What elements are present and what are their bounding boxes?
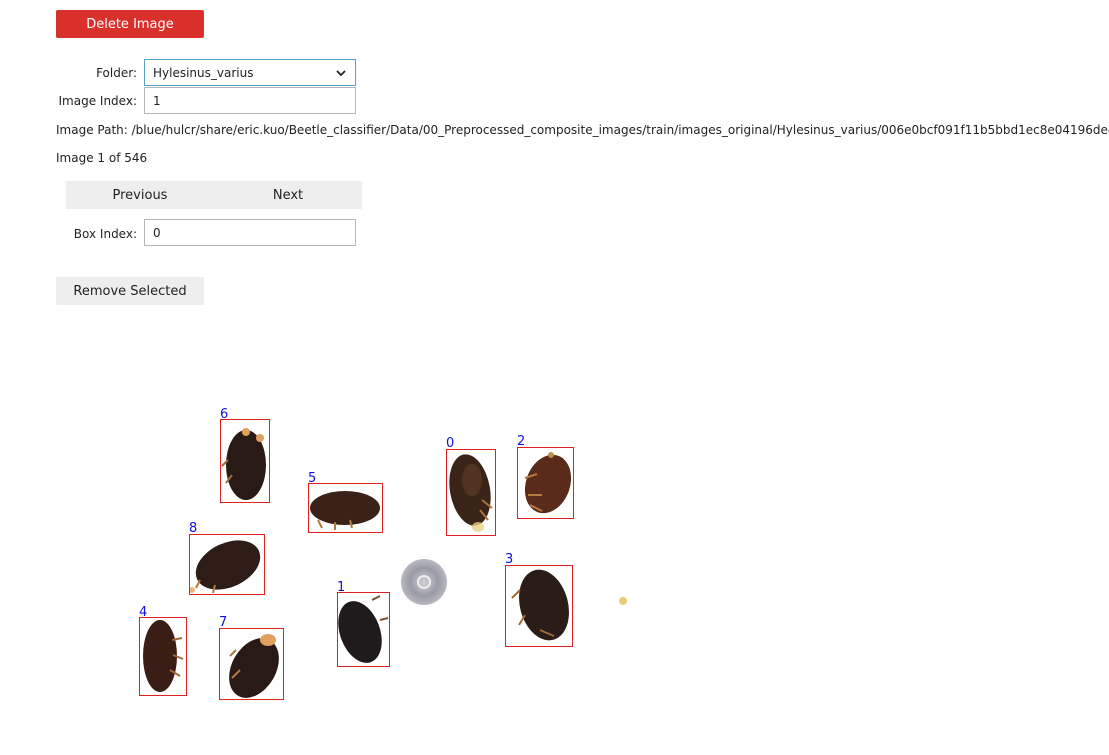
folder-select[interactable]: Hylesinus_varius — [144, 59, 356, 86]
folder-label: Folder: — [96, 66, 137, 80]
bounding-box[interactable] — [139, 617, 187, 696]
image-index-value: 1 — [153, 93, 161, 108]
bounding-box[interactable] — [189, 534, 265, 595]
chevron-down-icon — [336, 69, 346, 76]
folder-select-value: Hylesinus_varius — [153, 65, 254, 80]
navigation-bar: Previous Next — [66, 181, 362, 209]
box-index-input[interactable]: 0 — [144, 219, 356, 246]
image-counter-text: Image 1 of 546 — [56, 151, 148, 165]
bounding-box-label: 0 — [446, 436, 455, 451]
image-index-input[interactable]: 1 — [144, 87, 356, 114]
box-index-value: 0 — [153, 225, 161, 240]
bounding-box[interactable] — [446, 449, 496, 536]
bounding-box-label: 7 — [219, 615, 228, 630]
next-button[interactable]: Next — [214, 181, 362, 209]
bounding-box-label: 8 — [189, 521, 198, 536]
bounding-box[interactable] — [337, 592, 390, 667]
bounding-box[interactable] — [308, 483, 383, 533]
bounding-box-label: 2 — [517, 434, 526, 449]
bounding-box-label: 1 — [337, 580, 346, 595]
box-index-label: Box Index: — [73, 227, 137, 241]
annotation-tool-page: Delete Image Folder: Hylesinus_varius Im… — [0, 0, 1109, 755]
bounding-box-label: 6 — [220, 407, 229, 422]
image-path-text: Image Path: /blue/hulcr/share/eric.kuo/B… — [56, 123, 1109, 137]
bounding-box[interactable] — [220, 419, 270, 503]
image-index-label: Image Index: — [58, 94, 137, 108]
bounding-box[interactable] — [505, 565, 573, 647]
previous-button[interactable]: Previous — [66, 181, 214, 209]
bounding-box[interactable] — [219, 628, 284, 700]
bounding-box-label: 4 — [139, 605, 148, 620]
calibration-disk-icon — [401, 559, 447, 605]
bounding-box[interactable] — [517, 447, 574, 519]
specimen-image[interactable]: 0 1 2 3 4 5 6 7 8 — [0, 330, 1109, 755]
remove-selected-button[interactable]: Remove Selected — [56, 277, 204, 305]
bounding-box-label: 3 — [505, 552, 514, 567]
delete-image-button[interactable]: Delete Image — [56, 10, 204, 38]
bounding-box-label: 5 — [308, 471, 317, 486]
debris-speck — [619, 597, 627, 605]
